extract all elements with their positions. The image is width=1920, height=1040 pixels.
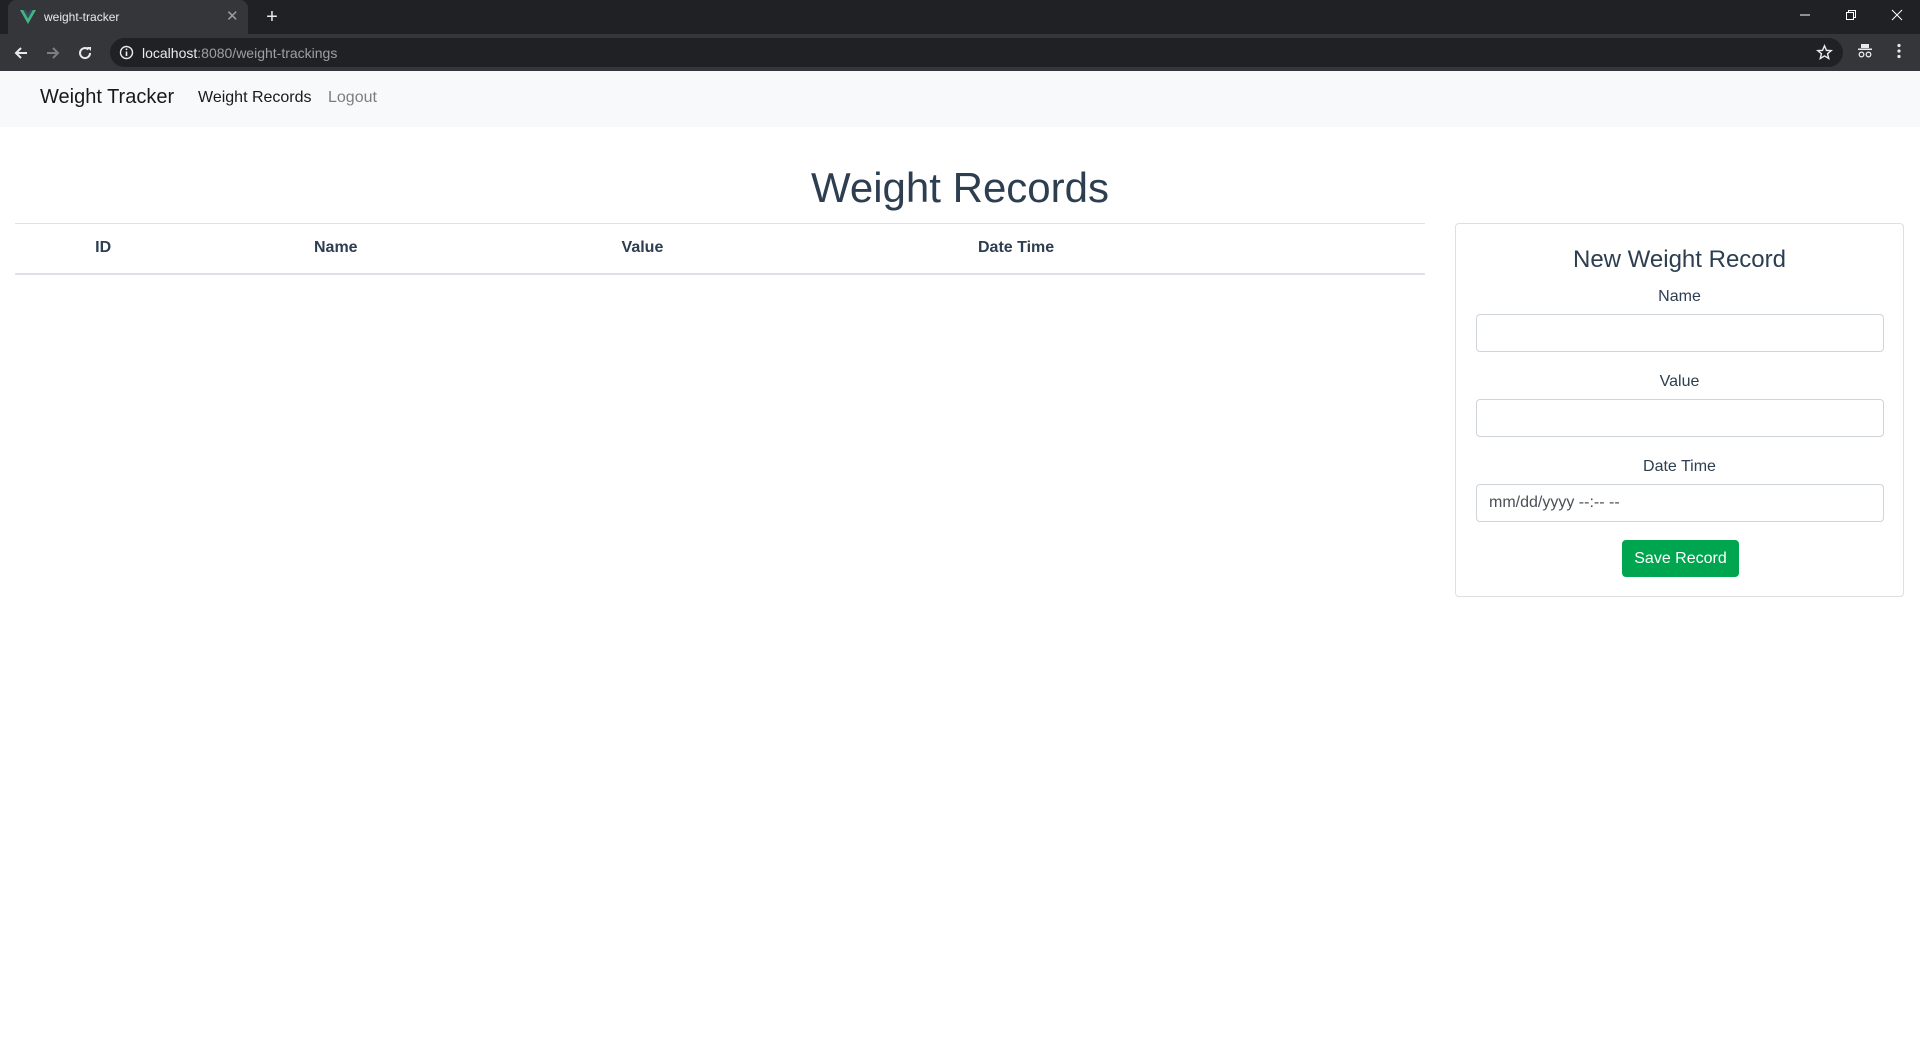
column-header-value: Value — [480, 223, 805, 275]
info-icon[interactable] — [119, 45, 134, 60]
address-bar[interactable]: localhost:8080/weight-trackings — [110, 38, 1843, 67]
back-button[interactable] — [8, 40, 34, 66]
tab-close-icon[interactable]: ✕ — [226, 7, 239, 27]
more-menu-icon[interactable] — [1890, 42, 1908, 60]
incognito-icon[interactable] — [1856, 42, 1874, 60]
value-input[interactable] — [1476, 399, 1884, 437]
url-text[interactable]: localhost:8080/weight-trackings — [142, 45, 337, 61]
navbar-brand[interactable]: Weight Tracker — [40, 86, 174, 109]
date-time-label: Date Time — [1643, 458, 1716, 475]
column-header-name: Name — [191, 223, 481, 275]
browser-tab-strip: weight-tracker ✕ + — [0, 0, 1920, 34]
nav-link-weight-records[interactable]: Weight Records — [198, 89, 312, 107]
nav-link-logout[interactable]: Logout — [328, 89, 377, 107]
value-label: Value — [1659, 373, 1700, 390]
page-title: Weight Records — [810, 164, 1110, 211]
new-tab-button[interactable]: + — [260, 5, 284, 29]
browser-toolbar: localhost:8080/weight-trackings — [0, 34, 1920, 71]
save-record-button[interactable]: Save Record — [1622, 540, 1739, 577]
reload-button[interactable] — [72, 40, 98, 66]
restore-icon — [1846, 10, 1856, 20]
name-label: Name — [1658, 288, 1701, 305]
close-window-button[interactable] — [1874, 0, 1920, 30]
app-navbar: Weight Tracker Weight Records Logout — [0, 71, 1920, 127]
arrow-left-icon — [14, 47, 27, 59]
name-input[interactable] — [1476, 314, 1884, 352]
table-header-row: ID Name Value Date Time — [15, 223, 1425, 275]
minimize-icon — [1800, 14, 1810, 16]
card-title: New Weight Record — [1573, 246, 1786, 273]
column-header-date-time: Date Time — [804, 223, 1228, 275]
forward-button[interactable] — [40, 40, 66, 66]
restore-button[interactable] — [1828, 0, 1874, 30]
tab-title: weight-tracker — [44, 10, 120, 24]
vue-logo-icon — [20, 10, 36, 24]
new-record-card: New Weight Record Name Value Date Time S… — [1455, 223, 1904, 597]
date-time-input[interactable] — [1476, 484, 1884, 522]
reload-icon — [79, 47, 92, 60]
browser-tab-active[interactable]: weight-tracker ✕ — [8, 0, 248, 34]
close-icon — [1891, 9, 1903, 21]
weight-records-table: ID Name Value Date Time — [15, 223, 1425, 275]
column-header-id: ID — [15, 223, 192, 275]
minimize-button[interactable] — [1782, 0, 1828, 30]
bookmark-star-icon[interactable] — [1816, 44, 1833, 61]
arrow-right-icon — [47, 47, 60, 59]
column-header-actions — [1227, 223, 1425, 275]
